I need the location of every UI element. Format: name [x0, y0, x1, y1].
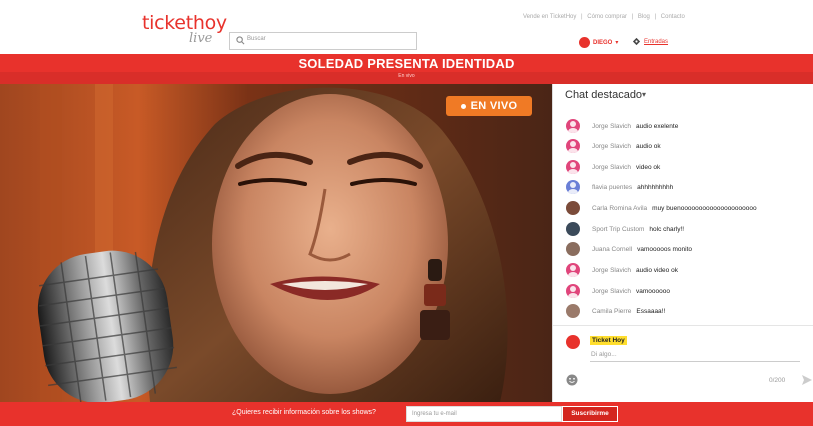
logo-subtext: live: [189, 31, 213, 46]
char-counter: 0/200: [769, 377, 786, 384]
site-header: tickethoy live Buscar Vende en TicketHoy…: [0, 0, 813, 54]
chat-message: Jorge Slavich audio ok: [566, 138, 661, 154]
subscribe-button[interactable]: Suscribirme: [562, 406, 618, 422]
ticket-icon: [632, 37, 641, 46]
top-link-sep: |: [581, 14, 583, 20]
chat-message: Jorge Slavich video ok: [566, 159, 660, 175]
chevron-down-icon: ▾: [615, 40, 619, 46]
chat-message: Carla Romina Avila muy buenooooooooooooo…: [566, 200, 757, 216]
chat-author[interactable]: Jorge Slavich: [592, 123, 631, 130]
tickets-label: Entradas: [644, 38, 669, 45]
send-icon[interactable]: [802, 375, 812, 385]
chat-author[interactable]: flavia puentes: [592, 184, 632, 191]
chat-author[interactable]: Juana Cornell: [592, 246, 632, 253]
chat-placeholder: Di algo...: [591, 351, 617, 358]
chat-text: audio ok: [636, 142, 661, 150]
chat-panel: Chat destacado ▾ Jorge Slavich audio exe…: [552, 84, 813, 402]
user-avatar: [579, 37, 590, 48]
logo-text: tickethoy: [142, 12, 227, 34]
avatar: [566, 335, 580, 349]
chat-author[interactable]: Jorge Slavich: [592, 267, 631, 274]
chat-author[interactable]: Jorge Slavich: [592, 288, 631, 295]
chat-text: vamoooooo: [636, 287, 671, 295]
search-placeholder: Buscar: [247, 36, 266, 42]
top-link-sep: |: [654, 14, 657, 20]
chat-author[interactable]: Jorge Slavich: [592, 164, 631, 171]
chat-divider: [553, 325, 813, 326]
chat-header[interactable]: Chat destacado ▾: [553, 84, 813, 106]
chat-text: holc charly!!: [649, 225, 685, 233]
search-icon: [236, 36, 245, 45]
user-menu[interactable]: DIEGO ▾: [579, 37, 618, 48]
chat-message: Camila Pierre Essaaaa!!: [566, 303, 665, 319]
chat-author[interactable]: Sport Trip Custom: [592, 226, 644, 233]
chat-message: Sport Trip Custom holc charly!!: [566, 221, 684, 237]
chat-message: flavia puentes ahhhhhhhhh: [566, 179, 673, 195]
chat-message: Jorge Slavich vamoooooo: [566, 283, 670, 299]
search-input[interactable]: Buscar: [229, 32, 417, 50]
emoji-icon[interactable]: [566, 374, 578, 386]
top-link-como-comprar[interactable]: Cómo comprar: [587, 14, 627, 20]
avatar: [566, 119, 580, 133]
chat-message: Juana Cornell vamooooos monito: [566, 241, 692, 257]
avatar: [566, 139, 580, 153]
avatar: [566, 201, 580, 215]
newsletter-bar: ¿Quieres recibir información sobre los s…: [0, 402, 813, 426]
composer-author: Ticket Hoy: [590, 336, 627, 345]
top-link-sep: |: [631, 14, 634, 20]
chat-messages[interactable]: Jorge Slavich audio exelente Jorge Slavi…: [553, 106, 813, 330]
chat-text: Essaaaa!!: [636, 307, 666, 315]
user-name: DIEGO: [593, 39, 613, 46]
top-link-contacto[interactable]: Contacto: [661, 14, 685, 20]
avatar: [566, 263, 580, 277]
avatar: [566, 304, 580, 318]
event-title: SOLEDAD PRESENTA IDENTIDAD: [298, 56, 515, 71]
event-title-bar: SOLEDAD PRESENTA IDENTIDAD En vivo: [0, 54, 813, 84]
chat-text: audio exelente: [636, 122, 679, 130]
video-frame: [0, 84, 552, 402]
tickethoy-logo[interactable]: tickethoy live: [142, 12, 227, 46]
chat-text: audio video ok: [636, 266, 678, 274]
chat-title: Chat destacado: [565, 89, 643, 101]
chat-text: vamooooos monito: [637, 245, 693, 253]
live-badge: EN VIVO: [446, 96, 532, 116]
tickets-link[interactable]: Entradas: [632, 37, 668, 46]
avatar: [566, 242, 580, 256]
chat-author[interactable]: Carla Romina Avila: [592, 205, 647, 212]
chat-message: Jorge Slavich audio video ok: [566, 262, 678, 278]
avatar: [566, 222, 580, 236]
live-dot-icon: [460, 103, 466, 109]
email-field[interactable]: Ingresa tu e-mail: [406, 406, 562, 422]
chat-text: ahhhhhhhhh: [637, 183, 674, 191]
chevron-down-icon: ▾: [642, 90, 647, 99]
chat-author[interactable]: Jorge Slavich: [592, 143, 631, 150]
top-link-vende[interactable]: Vende en TicketHoy: [523, 14, 576, 20]
chat-author[interactable]: Camila Pierre: [592, 308, 631, 315]
top-link-blog[interactable]: Blog: [638, 14, 650, 20]
chat-text: muy buenooooooooooooooooooooo: [652, 204, 757, 212]
top-links: Vende en TicketHoy | Cómo comprar | Blog…: [523, 14, 688, 20]
live-label: EN VIVO: [470, 100, 518, 112]
avatar: [566, 160, 580, 174]
newsletter-question: ¿Quieres recibir información sobre los s…: [232, 409, 376, 416]
video-player[interactable]: EN VIVO: [0, 84, 552, 402]
chat-text: video ok: [636, 163, 661, 171]
avatar: [566, 284, 580, 298]
chat-message-input[interactable]: Di algo...: [590, 348, 800, 362]
event-subtitle: En vivo: [398, 73, 415, 79]
chat-message: Jorge Slavich audio exelente: [566, 118, 678, 134]
avatar: [566, 180, 580, 194]
email-placeholder: Ingresa tu e-mail: [412, 411, 457, 417]
